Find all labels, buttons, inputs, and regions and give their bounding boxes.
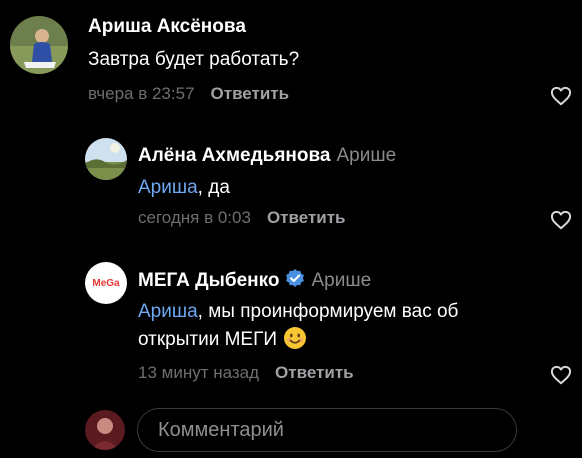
- comment-author-name[interactable]: Алёна Ахмедьянова: [138, 145, 331, 166]
- avatar[interactable]: [85, 138, 127, 180]
- current-user-avatar[interactable]: [85, 410, 125, 450]
- avatar[interactable]: [10, 16, 68, 74]
- reply-to-label[interactable]: Арише: [337, 145, 397, 166]
- comment-author: Алёна Ахмедьянова Арише: [138, 145, 396, 167]
- comment-meta: сегодня в 0:03 Ответить: [138, 208, 346, 228]
- heart-icon[interactable]: [550, 365, 572, 385]
- mention-link[interactable]: Ариша: [138, 177, 198, 198]
- comment-author-name[interactable]: МЕГА Дыбенко: [138, 270, 279, 291]
- reply-to-label[interactable]: Арише: [311, 270, 371, 291]
- smiling-face-emoji-icon: [284, 327, 307, 349]
- comment-text: Завтра будет работать?: [88, 49, 300, 70]
- comment-meta: вчера в 23:57 Ответить: [88, 84, 289, 104]
- mention-link[interactable]: Ариша: [138, 301, 198, 322]
- heart-icon[interactable]: [550, 86, 572, 106]
- comment-text: Ариша, мы проинформируем вас об открытии…: [138, 298, 538, 354]
- mega-logo: MeGa: [92, 277, 120, 289]
- comment-author[interactable]: Ариша Аксёнова: [88, 16, 246, 38]
- comment-text: Ариша, да: [138, 174, 230, 202]
- comment-text-body: , да: [197, 177, 230, 198]
- verified-check-icon: [286, 269, 305, 287]
- comment-author: МЕГА Дыбенко Арише: [138, 268, 371, 292]
- comment-timestamp: 13 минут назад: [138, 363, 260, 382]
- reply-button[interactable]: Ответить: [275, 363, 354, 382]
- reply-button[interactable]: Ответить: [211, 84, 290, 103]
- avatar[interactable]: MeGa: [85, 262, 127, 304]
- reply-button[interactable]: Ответить: [267, 208, 346, 227]
- heart-icon[interactable]: [550, 210, 572, 230]
- comment-input[interactable]: [137, 408, 517, 452]
- comment-meta: 13 минут назад Ответить: [138, 363, 354, 383]
- comment-timestamp: сегодня в 0:03: [138, 208, 251, 227]
- comment-timestamp: вчера в 23:57: [88, 84, 195, 103]
